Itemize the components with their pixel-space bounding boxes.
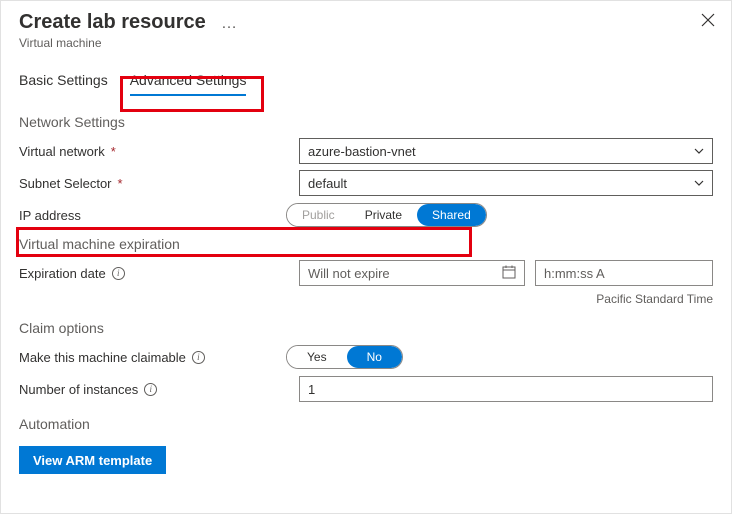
instances-label: Number of instances i xyxy=(19,382,299,397)
close-icon[interactable] xyxy=(701,13,715,32)
ip-option-public[interactable]: Public xyxy=(287,204,350,226)
info-icon[interactable]: i xyxy=(112,267,125,280)
section-expiration: Virtual machine expiration xyxy=(19,236,713,252)
claimable-label: Make this machine claimable i xyxy=(19,350,299,365)
expiration-date-label: Expiration date i xyxy=(19,266,299,281)
vnet-label: Virtual network * xyxy=(19,144,299,159)
chevron-down-icon xyxy=(694,146,704,157)
info-icon[interactable]: i xyxy=(192,351,205,364)
claimable-yes[interactable]: Yes xyxy=(287,346,347,368)
page-title: Create lab resource xyxy=(19,11,713,34)
ip-address-toggle: Public Private Shared xyxy=(286,203,487,227)
vnet-select[interactable]: azure-bastion-vnet xyxy=(299,138,713,164)
section-claim: Claim options xyxy=(19,320,713,336)
page-subtitle: Virtual machine xyxy=(19,36,713,50)
subnet-label: Subnet Selector * xyxy=(19,176,299,191)
chevron-down-icon xyxy=(694,178,704,189)
claimable-toggle: Yes No xyxy=(286,345,403,369)
ip-option-private[interactable]: Private xyxy=(350,204,417,226)
tab-basic-settings[interactable]: Basic Settings xyxy=(19,72,108,96)
ip-option-shared[interactable]: Shared xyxy=(417,204,486,226)
calendar-icon xyxy=(502,265,516,282)
expiration-time-input[interactable]: h:mm:ss A xyxy=(535,260,713,286)
tab-advanced-settings[interactable]: Advanced Settings xyxy=(130,72,247,96)
section-network: Network Settings xyxy=(19,114,713,130)
claimable-no[interactable]: No xyxy=(347,346,402,368)
info-icon[interactable]: i xyxy=(144,383,157,396)
tabs: Basic Settings Advanced Settings xyxy=(1,50,731,96)
more-icon[interactable]: … xyxy=(221,15,238,33)
expiration-date-input[interactable]: Will not expire xyxy=(299,260,525,286)
timezone-note: Pacific Standard Time xyxy=(19,292,713,306)
subnet-select[interactable]: default xyxy=(299,170,713,196)
ip-address-label: IP address xyxy=(19,208,299,223)
instances-input[interactable] xyxy=(299,376,713,402)
section-automation: Automation xyxy=(19,416,713,432)
view-arm-template-button[interactable]: View ARM template xyxy=(19,446,166,474)
